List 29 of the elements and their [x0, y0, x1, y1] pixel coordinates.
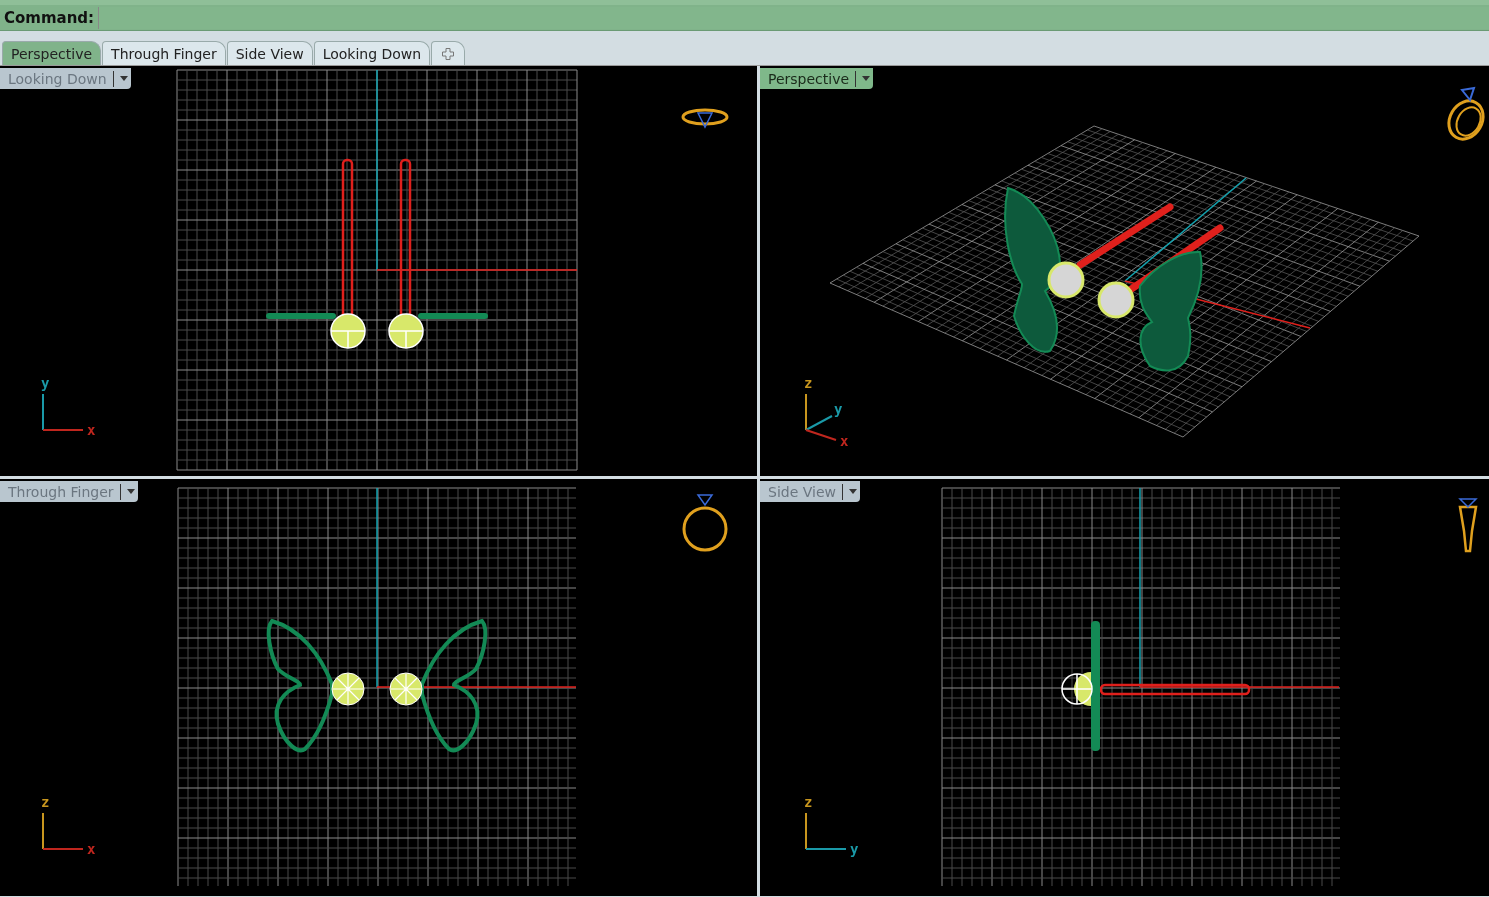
viewport[interactable]: Looking Down y x: [0, 66, 757, 476]
axis-label: x: [840, 433, 849, 449]
axis-label: y: [41, 375, 50, 391]
viewport-tab[interactable]: Side View: [226, 41, 313, 65]
viewport-title-menu[interactable]: Perspective: [760, 68, 874, 89]
viewport[interactable]: Through Finger z x: [0, 479, 757, 896]
axis-label: z: [41, 794, 50, 810]
viewport-tab[interactable]: Through Finger: [102, 41, 226, 65]
dropdown-caret-icon: [862, 76, 871, 81]
ring-icon: [1447, 86, 1485, 141]
axis-label: x: [87, 841, 96, 857]
axis-label: z: [804, 375, 813, 391]
viewport[interactable]: Side View z y: [760, 479, 1489, 896]
axis-label: z: [804, 794, 813, 810]
dropdown-caret-icon: [119, 76, 128, 81]
axis-label: y: [850, 841, 859, 857]
viewport-tab[interactable]: Looking Down: [313, 41, 431, 65]
dropdown-caret-icon: [126, 489, 135, 494]
axis-label: y: [834, 401, 843, 417]
dropdown-caret-icon: [848, 489, 857, 494]
plus-icon: [442, 47, 455, 60]
ring-icon: [1458, 498, 1478, 553]
viewport[interactable]: Perspective z y x: [760, 66, 1489, 476]
ring-icon: [682, 494, 728, 552]
ring-icon: [681, 108, 729, 129]
add-tab-button[interactable]: [431, 41, 466, 65]
command-label: Command:: [4, 8, 95, 27]
viewport-tab[interactable]: Perspective: [2, 41, 102, 65]
axis-label: x: [87, 422, 96, 438]
